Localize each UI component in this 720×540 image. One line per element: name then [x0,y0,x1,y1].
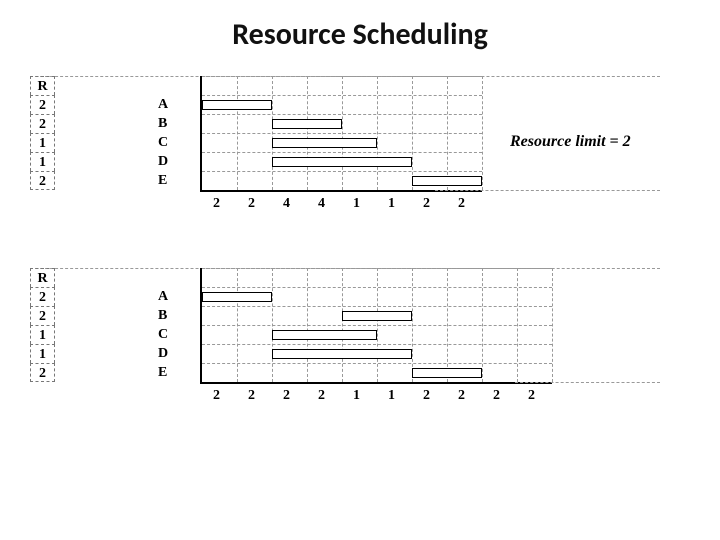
task-label: A [158,287,178,306]
resource-value: 1 [30,325,55,344]
task-label: A [158,95,178,114]
resource-value: 2 [30,95,55,114]
task-row [202,171,482,190]
bar-e [412,176,482,186]
resource-header: R [30,76,55,95]
task-label: C [158,133,178,152]
resource-value: 2 [30,363,55,382]
bar-a [202,292,272,302]
resource-value: 1 [30,133,55,152]
task-row [202,287,552,306]
bar-a [202,100,272,110]
bar-b [342,311,412,321]
bar-c [272,330,377,340]
resource-value: 2 [30,171,55,190]
resource-header: R [30,268,55,287]
resource-value: 1 [30,344,55,363]
task-label: E [158,363,178,382]
resource-value: 2 [30,306,55,325]
bar-d [272,157,412,167]
task-label-column: A B C D E [158,76,178,190]
task-row [202,325,552,344]
task-row [202,114,482,133]
bar-c [272,138,377,148]
axis-ticks-1: 2 2 4 4 1 1 2 2 [200,192,482,212]
task-label: B [158,306,178,325]
task-label: D [158,152,178,171]
chart-original: R 2 2 1 1 2 A B C D E 2 [30,71,720,241]
resource-limit-label: Resource limit = 2 [510,133,631,151]
page-title: Resource Scheduling [0,0,720,71]
task-label: C [158,325,178,344]
resource-column: R 2 2 1 1 2 [30,76,55,190]
chart-leveled: R 2 2 1 1 2 A B C D E [30,263,720,453]
task-label-column: A B C D E [158,268,178,382]
resource-value: 2 [30,287,55,306]
resource-column: R 2 2 1 1 2 [30,268,55,382]
resource-value: 1 [30,152,55,171]
task-row [202,95,482,114]
gantt-grid-1: 2 2 4 4 1 1 2 2 [200,76,482,212]
task-label: E [158,171,178,190]
task-row [202,152,482,171]
task-row [202,363,552,382]
resource-value: 2 [30,114,55,133]
task-label: D [158,344,178,363]
bar-b [272,119,342,129]
gantt-grid-2: 2 2 2 2 1 1 2 2 2 2 [200,268,552,404]
bar-d [272,349,412,359]
task-row [202,344,552,363]
task-label: B [158,114,178,133]
bar-e [412,368,482,378]
task-row [202,306,552,325]
axis-ticks-2: 2 2 2 2 1 1 2 2 2 2 [200,384,552,404]
task-row [202,133,482,152]
